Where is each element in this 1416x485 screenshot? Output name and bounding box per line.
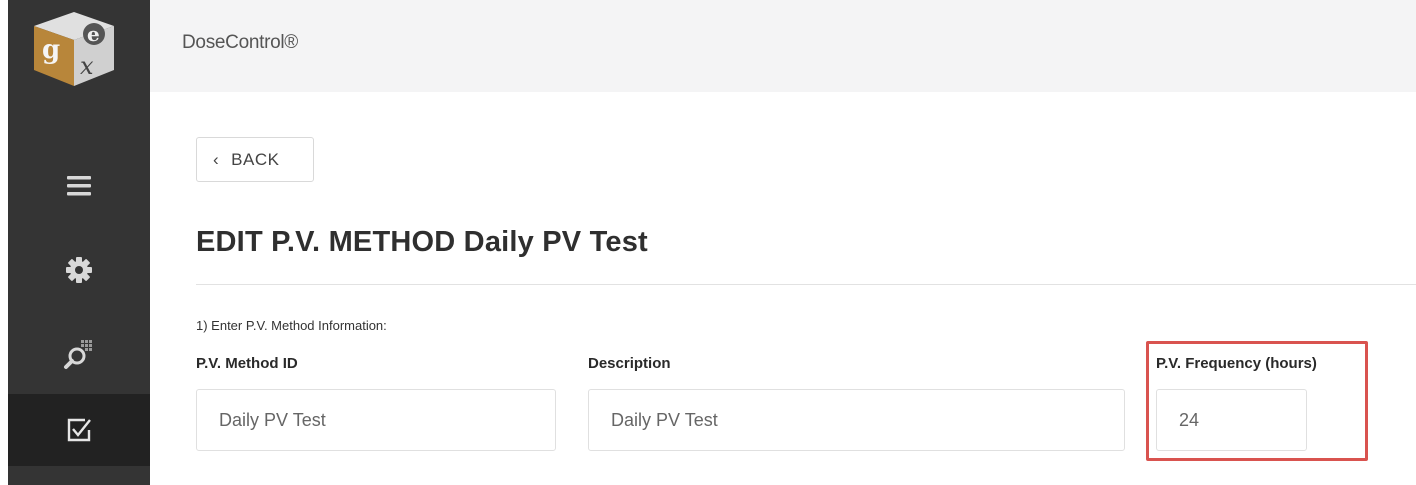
sidebar-item-settings[interactable] — [8, 234, 150, 306]
logo-letter-x: x — [80, 52, 94, 80]
checkbox-icon — [67, 418, 91, 442]
method-id-label: P.V. Method ID — [196, 355, 298, 372]
logo-letter-e: e — [87, 22, 100, 46]
section-label: 1) Enter P.V. Method Information: — [196, 318, 387, 333]
gex-logo[interactable]: g e x — [28, 8, 120, 90]
back-button-label: BACK — [231, 149, 280, 169]
sidebar: g e x — [0, 0, 150, 485]
gear-icon — [66, 257, 92, 283]
sidebar-item-search[interactable] — [8, 318, 150, 390]
sidebar-item-menu[interactable] — [8, 150, 150, 222]
sidebar-item-verification[interactable] — [8, 394, 150, 466]
description-input[interactable] — [588, 389, 1125, 451]
chevron-left-icon: ‹ — [213, 149, 220, 169]
logo-letter-g: g — [42, 35, 60, 65]
method-id-input[interactable] — [196, 389, 556, 451]
app-title: DoseControl® — [182, 32, 299, 53]
top-bar: DoseControl® — [150, 0, 1416, 92]
frequency-highlight-box — [1146, 341, 1368, 461]
back-button[interactable]: ‹ BACK — [196, 137, 314, 182]
window-edge — [0, 0, 8, 485]
page-title: EDIT P.V. METHOD Daily PV Test — [196, 226, 648, 258]
description-label: Description — [588, 355, 671, 372]
title-divider — [196, 284, 1416, 285]
search-grid-icon — [64, 340, 92, 369]
hamburger-menu-icon — [67, 176, 91, 196]
